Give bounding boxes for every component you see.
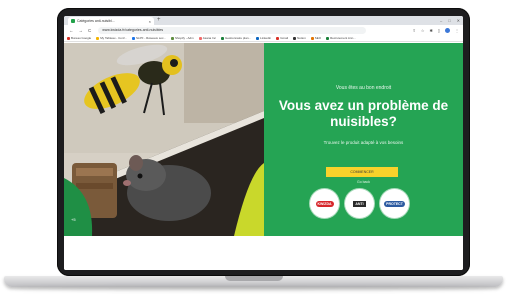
brand-logo-label: PROTECT [384,200,405,207]
brand-logo-2[interactable]: ANTI [345,189,374,218]
laptop-shadow [16,286,491,291]
bookmark-label: Shopify - Adm [175,36,194,40]
forward-icon[interactable]: → [79,28,84,33]
bookmark-item[interactable]: Recrutement Ann... [326,36,356,40]
new-tab-button[interactable]: + [157,16,161,25]
bookmark-icon [326,36,330,40]
bookmarks-bar: Bureau Google My Tableau - Conf... SLPF - … [64,35,463,42]
close-window-icon[interactable]: ✕ [457,16,460,25]
bookmark-item[interactable]: Bureau Google [67,36,91,40]
bookmark-icon [67,36,70,40]
bookmark-icon [276,36,280,40]
address-bar[interactable]: www.kwizda.fr/categories-anti-nuisibles [98,26,367,34]
bookmark-label: My Tableau - Conf... [100,36,127,40]
brand-logo-3[interactable]: PROTECT [380,189,409,218]
extensions-icon[interactable]: ✱ [429,28,432,33]
browser-toolbar: ← → C www.kwizda.fr/categories-anti-nuis… [64,25,463,35]
bookmark-icon [131,36,135,40]
bookmark-label: Gmail [280,36,289,40]
hero-headline: Vous avez un problème de nuisibles? [278,98,449,129]
brand-logos: KWIZDA ANTI PROTECT [310,189,409,218]
browser-tools: ⇪ ☆ ✱ ▯ ⋮ [412,27,459,33]
bookmark-icon [198,36,202,40]
browser-tab-bar: Catégories anti-nuisibl... × + – □ ✕ [64,16,463,25]
tab-title: Catégories anti-nuisibl... [77,19,115,23]
profile-avatar[interactable] [445,27,450,33]
brand-logo-1[interactable]: KWIZDA [310,189,339,218]
bookmark-icon [171,36,174,40]
bookmark-label: Asana Inc [202,36,217,40]
minimize-icon[interactable]: – [440,16,442,25]
bookmark-label: Linkedin [260,36,272,40]
brand-logo-label: ANTI [353,200,366,207]
corner-mark: +5 [71,217,76,222]
star-icon[interactable]: ☆ [421,28,425,33]
bookmark-icon [221,36,225,40]
menu-icon[interactable]: ⋮ [455,28,459,33]
favicon-icon [71,19,75,23]
bookmark-item[interactable]: Notion [293,36,306,40]
wasp-and-rat-image [64,43,264,236]
page-lower-section [64,236,463,270]
reload-icon[interactable]: C [88,28,91,33]
bookmark-item[interactable]: Gestionnaire plan... [221,36,251,40]
bookmark-label: Bureau Google [71,36,92,40]
bookmark-item[interactable]: Linkedin [256,36,271,40]
bookmark-item[interactable]: My Tableau - Conf... [96,36,127,40]
web-page: +5 Vous êtes au bon endroit Vous avez un… [64,43,463,270]
browser-tab[interactable]: Catégories anti-nuisibl... × [68,17,154,25]
secondary-link[interactable]: Go back [264,180,463,184]
laptop-screen: Catégories anti-nuisibl... × + – □ ✕ ← →… [64,16,463,270]
hero-text-panel: Vous êtes au bon endroit Vous avez un pr… [264,43,463,236]
bookmark-item[interactable]: Asana Inc [198,36,217,40]
bookmark-item[interactable]: Shopify - Adm [171,36,194,40]
bookmark-label: SLPF - Réseaux soc... [135,36,166,40]
bookmark-label: Gestionnaire plan... [225,36,252,40]
brand-logo-label: KWIZDA [315,200,334,207]
share-icon[interactable]: ⇪ [412,28,415,33]
maximize-icon[interactable]: □ [448,16,450,25]
bookmark-icon [293,36,297,40]
hero-subline: Trouvez le produit adapté à vos besoins [323,140,404,145]
back-icon[interactable]: ← [69,28,74,33]
sidebar-icon[interactable]: ▯ [438,28,440,33]
start-button[interactable]: COMMENCER [326,167,398,177]
window-controls: – □ ✕ [440,16,460,25]
bookmark-label: Recrutement Ann... [330,36,356,40]
hero-overline: Vous êtes au bon endroit [335,85,392,91]
pest-photo-collage: +5 [64,43,264,236]
bookmark-item[interactable]: SLPF - Réseaux soc... [131,36,166,40]
bookmark-label: Notion [297,36,306,40]
bookmark-item[interactable]: SEO [310,36,322,40]
hero-section: +5 Vous êtes au bon endroit Vous avez un… [64,43,463,236]
laptop-lid: Catégories anti-nuisibl... × + – □ ✕ ← →… [57,8,470,276]
bookmark-label: SEO [314,36,322,40]
close-tab-icon[interactable]: × [149,19,151,24]
bookmark-icon [310,36,314,40]
bookmark-icon [256,36,260,40]
bookmark-item[interactable]: Gmail [276,36,288,40]
bookmark-icon [96,36,100,40]
laptop-notch [225,276,283,281]
